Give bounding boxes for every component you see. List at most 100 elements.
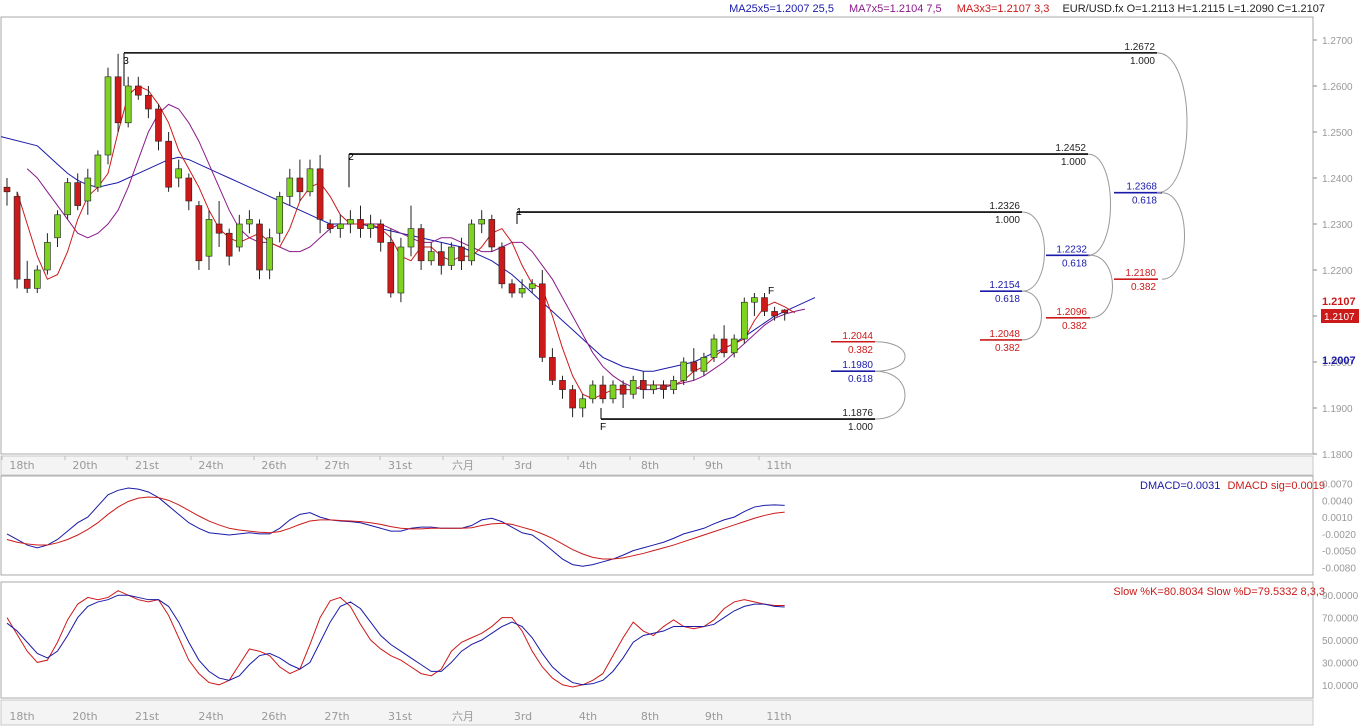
candle-bull — [246, 219, 253, 225]
date-tick-label: 31st — [388, 710, 413, 723]
candle-bull — [347, 219, 354, 225]
candle-bear — [326, 223, 334, 229]
date-tick-label: 26th — [261, 710, 286, 723]
swing-label-1: 1 — [516, 207, 522, 218]
candle-bull — [629, 380, 637, 395]
fib-level-ratio: 0.618 — [848, 374, 873, 385]
candle-bear — [498, 246, 506, 285]
macd-panel — [0, 475, 1314, 576]
candle-bear — [488, 219, 496, 248]
candle-bull — [680, 361, 688, 381]
candle-bull — [650, 384, 657, 390]
date-tick-label: 4th — [579, 710, 597, 723]
macd-tick-label: -0.0050 — [1322, 547, 1356, 558]
candle-bear — [195, 205, 203, 262]
candle-bull — [528, 283, 536, 289]
candle-bull — [407, 228, 415, 248]
candle-bull — [64, 182, 71, 216]
macd-tick-label: -0.0020 — [1322, 530, 1356, 541]
last-price-label: 1.2107 — [1322, 296, 1356, 308]
candle-bull — [518, 288, 526, 294]
macd-tick-label: 0.0010 — [1322, 513, 1353, 524]
candle-bear — [377, 223, 385, 243]
price-tick-label: 1.1900 — [1322, 404, 1353, 415]
macd-tick-label: 0.0070 — [1322, 480, 1353, 491]
candle-bull — [236, 223, 243, 248]
price-tick-label: 1.2700 — [1322, 36, 1353, 47]
candle-bull — [33, 269, 41, 289]
candle-bull — [670, 380, 677, 390]
price-tick-label: 1.2500 — [1322, 128, 1353, 139]
candle-bull — [54, 214, 61, 239]
fib-level-price: 1.1980 — [842, 360, 873, 371]
candle-bull — [175, 168, 182, 179]
last-price-box-text: 1.2107 — [1324, 312, 1355, 323]
candle-bear — [720, 338, 728, 354]
date-tick-label: 27th — [324, 459, 349, 472]
fib-level-price: 1.2232 — [1056, 244, 1087, 255]
price-tick-label: 1.2200 — [1322, 266, 1353, 277]
candle-bull — [276, 196, 284, 234]
candle-bull — [478, 219, 486, 225]
date-tick-label: 21st — [135, 459, 160, 472]
macd-legend-b: DMACD sig=0.0019 — [1227, 480, 1325, 492]
candle-bear — [599, 384, 607, 400]
fib-level-ratio: 0.382 — [995, 343, 1020, 354]
price-tick-label: 1.2300 — [1322, 220, 1353, 231]
date-tick-label: 24th — [198, 710, 223, 723]
date-tick-label: 20th — [72, 459, 97, 472]
candle-bear — [225, 232, 233, 257]
candle-bull — [730, 338, 738, 354]
candle-bull — [124, 85, 132, 124]
candle-bear — [569, 389, 576, 409]
candle-bull — [84, 177, 92, 202]
date-tick-label: 4th — [579, 459, 597, 472]
swing-label-f-top: F — [768, 286, 774, 297]
date-tick-label: 8th — [641, 710, 659, 723]
stoch-axis: 90.0000 70.0000 50.0000 30.0000 10.0000 — [1322, 591, 1359, 692]
candle-bull — [367, 223, 374, 229]
candle-bull — [286, 177, 294, 197]
date-tick-label: 31st — [388, 459, 413, 472]
candle-bear — [256, 223, 263, 271]
candle-bull — [44, 242, 51, 271]
macd-axis: 0.0070 0.0040 0.0010 -0.0020 -0.0050 -0.0080 — [1322, 480, 1356, 575]
price-axis: 1.2700 1.2600 1.2500 1.2400 1.2300 1.2200 1.21… — [1313, 36, 1353, 461]
stoch-tick-label: 10.0000 — [1322, 681, 1359, 692]
fib-level-price: 1.1876 — [842, 408, 873, 419]
fib-level-ratio: 0.618 — [1132, 196, 1157, 207]
fib-level-ratio: 1.000 — [848, 422, 873, 433]
fib-level-ratio: 0.382 — [1062, 321, 1087, 332]
macd-legend-a: DMACD=0.0031 — [1140, 480, 1220, 492]
candle-bear — [135, 85, 142, 96]
stoch-legend: Slow %K=80.8034 Slow %D=79.5332 8,3,3 — [1113, 586, 1325, 598]
candle-bear — [549, 357, 556, 381]
candle-bear — [417, 228, 425, 262]
candle-bear — [458, 246, 465, 262]
date-tick-label: 18th — [9, 710, 34, 723]
candle-bear — [145, 94, 152, 110]
candle-bear — [215, 223, 223, 234]
ma-price-label: 1.2007 — [1322, 355, 1356, 367]
fib-level-price: 1.2326 — [989, 201, 1020, 212]
date-tick-label: 11th — [766, 459, 791, 472]
fib-level-price: 1.2180 — [1125, 268, 1156, 279]
candle-bull — [609, 384, 617, 400]
candle-bull — [710, 338, 718, 358]
candle-bear — [357, 219, 364, 229]
candle-bear — [437, 251, 445, 266]
date-tick-label: 9th — [705, 459, 723, 472]
date-tick-label: 11th — [766, 710, 791, 723]
candle-bear — [316, 168, 324, 220]
candle-bear — [13, 196, 21, 280]
price-tick-label: 1.1800 — [1322, 450, 1353, 461]
fib-level-ratio: 0.618 — [995, 294, 1020, 305]
fib-level-ratio: 1.000 — [995, 215, 1020, 226]
candle-bear — [185, 177, 193, 202]
fib-level-price: 1.2672 — [1124, 42, 1155, 53]
stoch-tick-label: 70.0000 — [1322, 614, 1359, 625]
candle-bull — [336, 223, 344, 229]
candle-bull — [104, 76, 112, 156]
candle-bear — [508, 283, 516, 294]
fib-level-price: 1.2048 — [989, 329, 1020, 340]
